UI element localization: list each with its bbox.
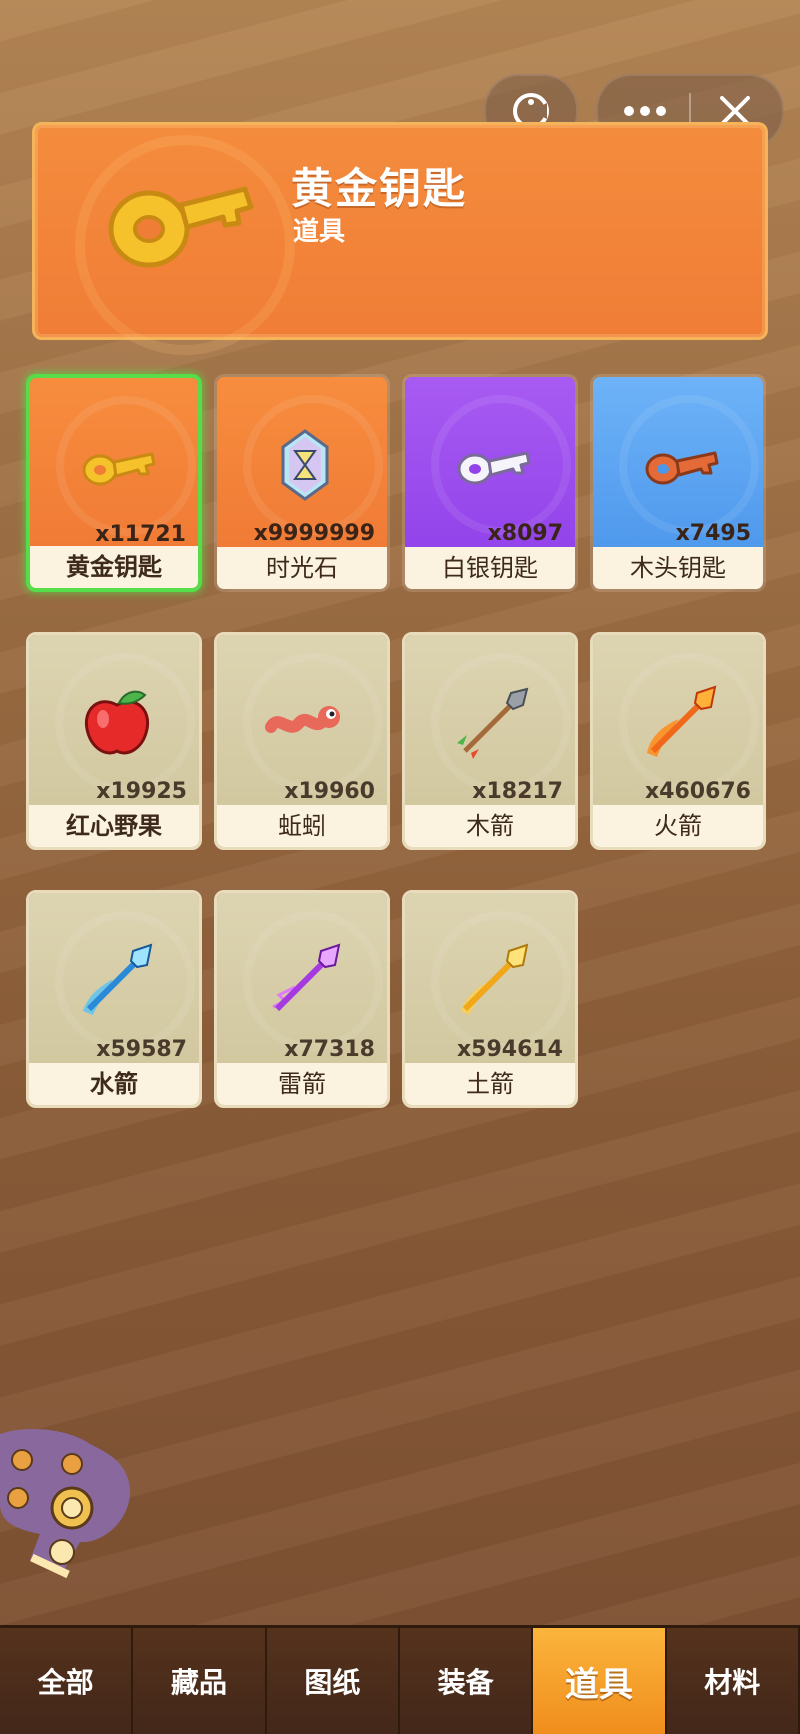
item-name: 黄金钥匙 <box>30 546 198 588</box>
item-name: 火箭 <box>593 805 763 847</box>
item-count: x9999999 <box>253 521 375 546</box>
item-category: 道具 <box>293 217 346 247</box>
floating-sticker-icon[interactable] <box>0 1424 140 1584</box>
tab-props[interactable]: 道具 <box>533 1628 667 1734</box>
item-count: x18217 <box>472 779 563 804</box>
item-name: 木箭 <box>405 805 575 847</box>
gold-key-icon <box>78 426 158 506</box>
tab-equipment[interactable]: 装备 <box>399 1628 534 1734</box>
item-count: x11721 <box>95 522 186 547</box>
item-name: 白银钥匙 <box>405 547 575 589</box>
silver-key-icon <box>453 425 533 505</box>
item-card-wood-arrow[interactable]: x18217 木箭 <box>402 632 578 850</box>
worm-icon <box>265 683 345 763</box>
earth-arrow-icon <box>453 941 533 1021</box>
fire-arrow-icon <box>641 683 721 763</box>
item-card-gold-key[interactable]: x11721 黄金钥匙 <box>26 374 202 592</box>
item-card-red-fruit[interactable]: x19925 红心野果 <box>26 632 202 850</box>
item-name: 时光石 <box>217 547 387 589</box>
item-card-wood-key[interactable]: x7495 木头钥匙 <box>590 374 766 592</box>
item-card-thunder-arrow[interactable]: x77318 雷箭 <box>214 890 390 1108</box>
wood-arrow-icon <box>453 683 533 763</box>
item-count: x77318 <box>284 1037 375 1062</box>
item-count: x59587 <box>96 1037 187 1062</box>
item-card-worm[interactable]: x19960 蚯蚓 <box>214 632 390 850</box>
hourglass-crystal-icon <box>265 425 345 505</box>
tab-materials[interactable]: 材料 <box>666 1628 800 1734</box>
item-card-earth-arrow[interactable]: x594614 土箭 <box>402 890 578 1108</box>
item-count: x19960 <box>284 779 375 804</box>
item-name: 木头钥匙 <box>593 547 763 589</box>
item-count: x19925 <box>96 779 187 804</box>
item-name: 土箭 <box>405 1063 575 1105</box>
wood-key-icon <box>641 425 721 505</box>
item-name: 红心野果 <box>29 805 199 847</box>
item-name: 水箭 <box>29 1063 199 1105</box>
item-detail-banner: 黄金钥匙 道具 <box>32 122 768 355</box>
item-title: 黄金钥匙 <box>291 164 468 213</box>
item-count: x8097 <box>487 521 563 546</box>
apple-icon <box>77 683 157 763</box>
item-card-time-stone[interactable]: x9999999 时光石 <box>214 374 390 592</box>
tab-all[interactable]: 全部 <box>0 1628 134 1734</box>
item-name: 蚯蚓 <box>217 805 387 847</box>
item-card-silver-key[interactable]: x8097 白银钥匙 <box>402 374 578 592</box>
tab-collection[interactable]: 藏品 <box>133 1628 267 1734</box>
item-card-water-arrow[interactable]: x59587 水箭 <box>26 890 202 1108</box>
item-count: x7495 <box>675 521 751 546</box>
item-count: x594614 <box>456 1037 563 1062</box>
item-card-fire-arrow[interactable]: x460676 火箭 <box>590 632 766 850</box>
category-tab-bar: 全部 藏品 图纸 装备 道具 材料 <box>0 1625 800 1734</box>
tab-blueprint[interactable]: 图纸 <box>266 1628 400 1734</box>
water-arrow-icon <box>77 941 157 1021</box>
item-count: x460676 <box>644 779 751 804</box>
item-name: 雷箭 <box>217 1063 387 1105</box>
thunder-arrow-icon <box>265 941 345 1021</box>
gold-key-icon <box>105 165 255 289</box>
